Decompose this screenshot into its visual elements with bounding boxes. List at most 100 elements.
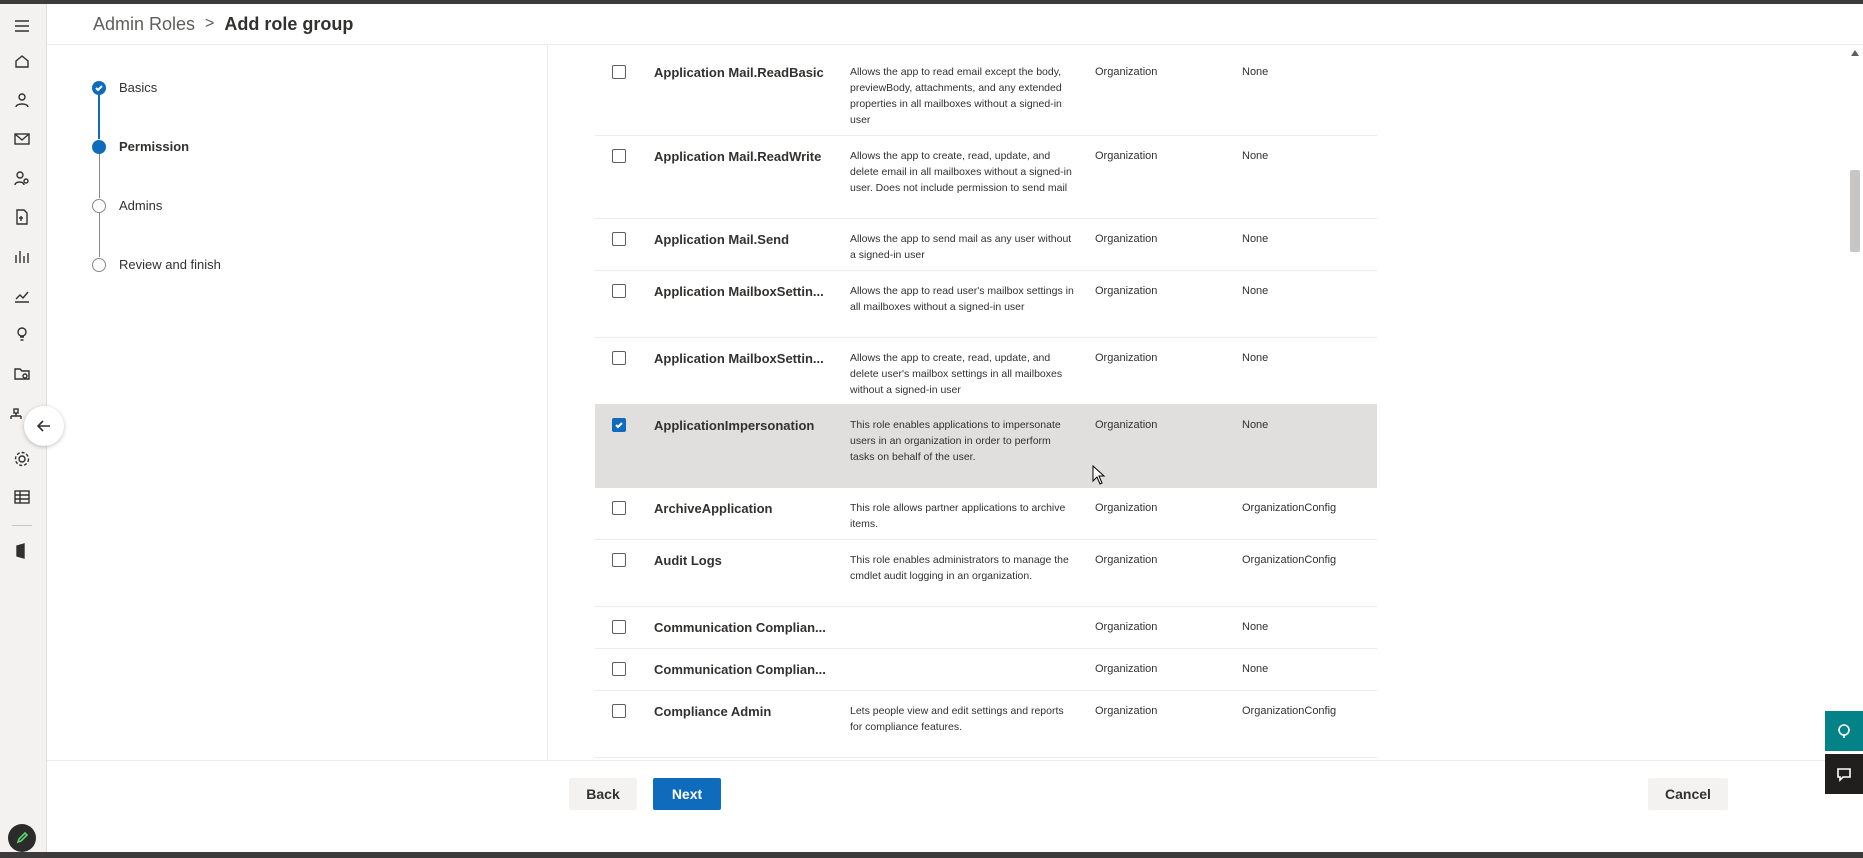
row-checkbox[interactable] [612, 620, 626, 634]
checkmark-icon [615, 422, 623, 429]
empty-circle-icon [92, 198, 106, 213]
table-row[interactable]: Application MailboxSettin... Allows the … [595, 337, 1377, 405]
step-permission[interactable]: Permission [92, 139, 189, 154]
role-write-scope: None [1242, 150, 1269, 162]
role-write-scope: None [1242, 233, 1269, 245]
role-description: This role allows partner applications to… [850, 502, 1066, 530]
cancel-button[interactable]: Cancel [1648, 778, 1728, 810]
role-description: Allows the app to send mail as any user … [850, 233, 1072, 261]
step-label: Review and finish [119, 257, 221, 272]
home-icon[interactable] [11, 50, 33, 72]
row-checkbox[interactable] [612, 65, 626, 79]
step-review[interactable]: Review and finish [92, 257, 221, 272]
role-description: Allows the app to read email except the … [850, 66, 1062, 126]
role-description: Allows the app to create, read, update, … [850, 150, 1072, 194]
step-label: Basics [119, 80, 158, 95]
table-row[interactable]: Application Mail.ReadWrite Allows the ap… [595, 135, 1377, 219]
table-row[interactable]: Communication Complian... Organization N… [595, 648, 1377, 691]
role-write-scope: None [1242, 663, 1269, 675]
analytics-icon[interactable] [11, 284, 33, 306]
table-row[interactable]: Communication Complian... Organization N… [595, 606, 1377, 649]
role-write-scope: None [1242, 621, 1269, 633]
mouse-cursor-icon [1092, 465, 1106, 485]
role-scope: Organization [1095, 66, 1158, 78]
role-description: Allows the app to read user's mailbox se… [850, 285, 1074, 313]
back-button[interactable]: Back [569, 778, 637, 810]
role-name: Application Mail.Send [654, 232, 790, 247]
table-row[interactable]: Compliance Admin Lets people view and ed… [595, 690, 1377, 758]
role-name: Application Mail.ReadWrite [654, 149, 822, 164]
breadcrumb-parent[interactable]: Admin Roles [93, 14, 195, 35]
role-scope: Organization [1095, 663, 1158, 675]
empty-circle-icon [92, 257, 106, 272]
help-assistant-button[interactable] [1825, 711, 1863, 751]
wizard-footer: Back Next Cancel [47, 760, 1863, 853]
step-basics[interactable]: Basics [92, 80, 157, 95]
table-row[interactable]: ArchiveApplication This role allows part… [595, 487, 1377, 540]
feedback-button[interactable] [1825, 754, 1863, 794]
role-scope: Organization [1095, 352, 1158, 364]
step-connector [98, 212, 100, 257]
edit-pen-icon[interactable] [8, 824, 36, 852]
scroll-up-arrow-icon[interactable] [1851, 50, 1859, 56]
pane-divider [547, 44, 548, 760]
step-connector [98, 94, 100, 139]
role-write-scope: None [1242, 419, 1269, 431]
row-checkbox[interactable] [612, 501, 626, 515]
role-name: Communication Complian... [654, 662, 826, 677]
role-write-scope: None [1242, 66, 1269, 78]
arrow-left-icon [36, 420, 50, 432]
next-button[interactable]: Next [653, 778, 721, 810]
role-name: Application MailboxSettin... [654, 351, 824, 366]
help-bubble-icon [1838, 724, 1850, 738]
row-checkbox[interactable] [612, 284, 626, 298]
current-step-icon [92, 139, 106, 154]
row-checkbox[interactable] [612, 351, 626, 365]
row-checkbox[interactable] [612, 232, 626, 246]
vertical-scrollbar[interactable] [1847, 44, 1863, 760]
role-name: ApplicationImpersonation [654, 418, 815, 433]
table-row[interactable]: Application MailboxSettin... Allows the … [595, 270, 1377, 338]
role-description: This role enables administrators to mana… [850, 554, 1069, 582]
role-scope: Organization [1095, 554, 1158, 566]
table-row[interactable]: Application Mail.ReadBasic Allows the ap… [595, 51, 1377, 136]
document-icon[interactable] [11, 206, 33, 228]
row-checkbox[interactable] [612, 662, 626, 676]
row-checkbox-checked[interactable] [612, 418, 626, 432]
settings-icon[interactable] [11, 448, 33, 470]
lightbulb-icon[interactable] [11, 323, 33, 345]
role-description: Lets people view and edit settings and r… [850, 705, 1064, 733]
users-admin-icon[interactable] [11, 167, 33, 189]
table-row[interactable]: Application Mail.Send Allows the app to … [595, 218, 1377, 271]
row-checkbox[interactable] [612, 149, 626, 163]
row-checkbox[interactable] [612, 704, 626, 718]
role-name: Audit Logs [654, 553, 722, 568]
role-write-scope: None [1242, 352, 1269, 364]
role-write-scope: OrganizationConfig [1242, 554, 1337, 566]
breadcrumb-separator: > [205, 15, 215, 32]
collapse-back-button[interactable] [24, 406, 64, 446]
step-label: Admins [119, 198, 163, 213]
table-icon[interactable] [11, 486, 33, 508]
menu-icon[interactable] [11, 15, 33, 37]
role-scope: Organization [1095, 233, 1158, 245]
role-scope: Organization [1095, 502, 1158, 514]
table-row-selected[interactable]: ApplicationImpersonation This role enabl… [595, 404, 1377, 488]
chat-icon [1837, 768, 1851, 782]
role-scope: Organization [1095, 150, 1158, 162]
folder-settings-icon[interactable] [11, 362, 33, 384]
role-name: Application MailboxSettin... [654, 284, 824, 299]
role-scope: Organization [1095, 705, 1158, 717]
row-checkbox[interactable] [612, 553, 626, 567]
table-row[interactable]: Audit Logs This role enables administrat… [595, 539, 1377, 607]
user-icon[interactable] [11, 89, 33, 111]
scrollbar-thumb[interactable] [1850, 170, 1860, 252]
role-write-scope: OrganizationConfig [1242, 705, 1337, 717]
role-scope: Organization [1095, 621, 1158, 633]
role-scope: Organization [1095, 285, 1158, 297]
mail-icon[interactable] [11, 128, 33, 150]
reports-icon[interactable] [11, 245, 33, 267]
office-icon[interactable] [11, 540, 33, 562]
step-admins[interactable]: Admins [92, 198, 162, 213]
rail-divider [12, 525, 32, 526]
